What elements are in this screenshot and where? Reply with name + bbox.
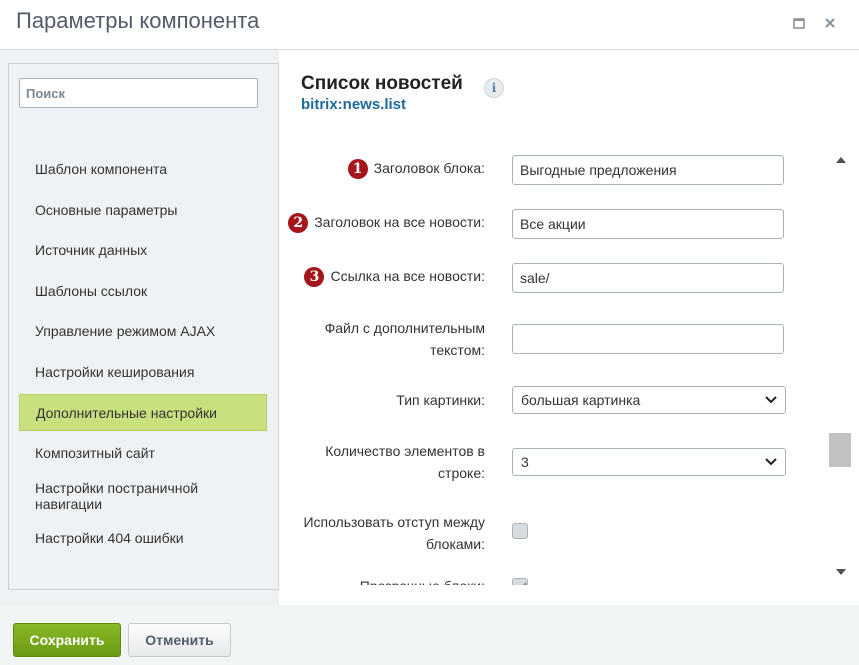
block-gap-checkbox[interactable] bbox=[512, 523, 528, 539]
items-per-row-value: 3 bbox=[521, 454, 529, 470]
sidebar-item-404[interactable]: Настройки 404 ошибки bbox=[19, 529, 267, 547]
sidebar-item-basic[interactable]: Основные параметры bbox=[19, 201, 267, 219]
block-title-label: Заголовок блока: bbox=[373, 160, 485, 176]
items-per-row-label: Количество элементов в строке: bbox=[325, 443, 485, 481]
info-icon[interactable]: i bbox=[484, 78, 504, 98]
component-code: bitrix:news.list bbox=[301, 96, 407, 113]
sidebar-item-template[interactable]: Шаблон компонента bbox=[19, 160, 267, 178]
scrollbar[interactable] bbox=[829, 147, 853, 585]
chevron-down-icon bbox=[765, 458, 777, 466]
step-badge: 2 bbox=[288, 213, 309, 234]
extra-text-file-input[interactable] bbox=[512, 324, 784, 354]
sidebar-item-ajax[interactable]: Управление режимом AJAX bbox=[19, 322, 267, 340]
transparent-blocks-checkbox[interactable] bbox=[512, 578, 528, 585]
image-type-select[interactable]: большая картинка bbox=[512, 386, 786, 414]
sidebar-item-url-templates[interactable]: Шаблоны ссылок bbox=[19, 282, 267, 300]
scroll-up-icon[interactable] bbox=[836, 155, 846, 165]
all-news-title-label: Заголовок на все новости: bbox=[314, 214, 485, 230]
items-per-row-select[interactable]: 3 bbox=[512, 448, 786, 476]
sidebar-item-composite[interactable]: Композитный сайт bbox=[19, 444, 267, 462]
dialog-title: Параметры компонента bbox=[16, 8, 260, 33]
sidebar-item-pagination[interactable]: Настройки постраничной навигации bbox=[19, 479, 267, 513]
all-news-link-label: Ссылка на все новости: bbox=[330, 268, 485, 284]
save-button[interactable]: Сохранить bbox=[13, 623, 121, 657]
cancel-button[interactable]: Отменить bbox=[128, 623, 231, 657]
sidebar-item-datasource[interactable]: Источник данных bbox=[19, 241, 267, 259]
block-gap-label: Использовать отступ между блоками: bbox=[303, 514, 485, 552]
sidebar-item-cache[interactable]: Настройки кеширования bbox=[19, 363, 267, 381]
sidebar-item-additional[interactable]: Дополнительные настройки bbox=[19, 394, 267, 431]
block-title-input[interactable] bbox=[512, 155, 784, 185]
search-input[interactable] bbox=[19, 78, 258, 108]
close-icon[interactable] bbox=[821, 14, 839, 32]
component-settings-panel: Список новостей i bitrix:news.list 1 Заго… bbox=[279, 50, 859, 605]
maximize-icon[interactable] bbox=[790, 14, 808, 32]
extra-text-file-label: Файл с дополнительным текстом: bbox=[324, 320, 485, 358]
scroll-down-icon[interactable] bbox=[836, 567, 846, 577]
sidebar: Шаблон компонента Основные параметры Ист… bbox=[8, 63, 279, 590]
scrollbar-thumb[interactable] bbox=[829, 433, 851, 467]
chevron-down-icon bbox=[765, 396, 777, 404]
image-type-label: Тип картинки: bbox=[396, 392, 485, 408]
dialog-footer: Сохранить Отменить bbox=[0, 605, 859, 665]
step-badge: 3 bbox=[304, 267, 325, 288]
checkmark-icon bbox=[523, 582, 527, 585]
image-type-value: большая картинка bbox=[521, 392, 641, 408]
dialog-titlebar: Параметры компонента bbox=[0, 0, 859, 50]
step-badge: 1 bbox=[347, 159, 368, 180]
component-title: Список новостей bbox=[301, 73, 463, 94]
transparent-blocks-label: Прозрачные блоки: bbox=[279, 575, 485, 585]
all-news-link-input[interactable] bbox=[512, 263, 784, 293]
settings-form: 1 Заголовок блока: 2 Заголовок на все ново… bbox=[279, 147, 859, 585]
all-news-title-input[interactable] bbox=[512, 209, 784, 239]
